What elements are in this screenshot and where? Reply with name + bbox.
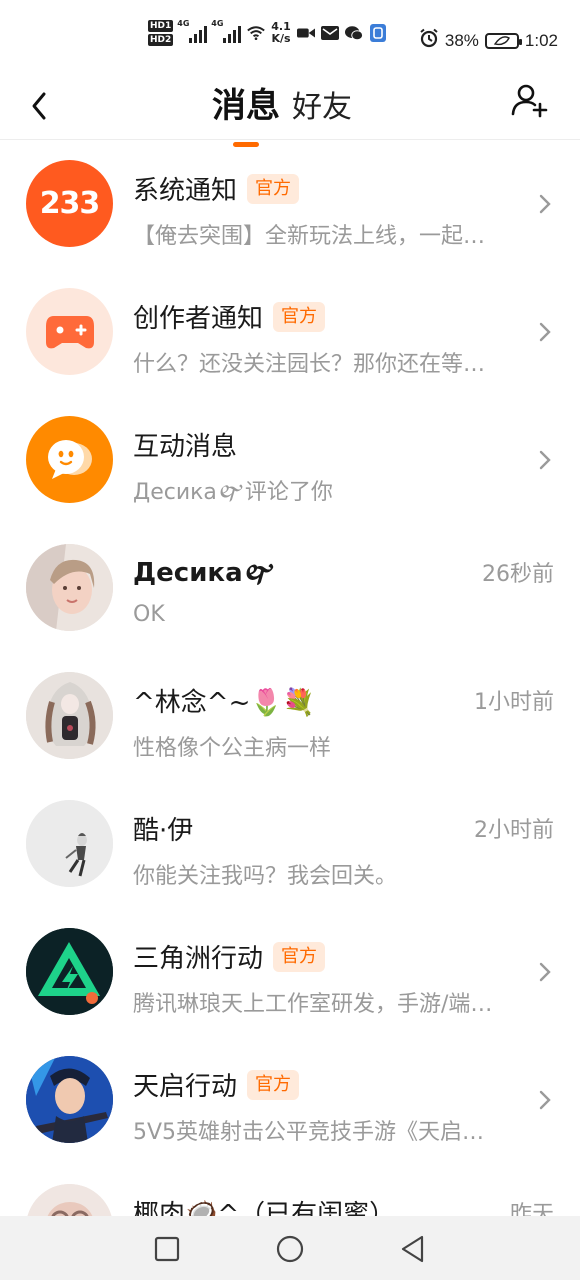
item-preview: 性格像个公主病一样	[133, 736, 332, 761]
signal-2-icon: 4G	[211, 19, 242, 43]
battery-icon	[484, 32, 522, 49]
title-row: 创作者通知 官方	[133, 298, 326, 335]
avatar	[26, 1056, 113, 1143]
header-bar: 消息 好友	[0, 78, 580, 147]
user-photo-icon	[26, 672, 113, 759]
user-photo-icon	[26, 800, 113, 887]
clock-time: 1:02	[524, 30, 558, 50]
avatar	[26, 672, 113, 759]
gamepad-icon	[45, 315, 94, 348]
network-speed: 4.1 K/s	[271, 21, 291, 45]
user-photo-icon	[26, 544, 113, 631]
item-preview: 腾讯琳琅天上工作室研发，手游/端游双端	[133, 992, 505, 1017]
signal-1-icon: 4G	[177, 19, 208, 43]
message-list: 233 系统通知 官方 【俺去突围】全新玩法上线，一起来体验吧 创作者通知 官方…	[0, 140, 580, 1280]
delta-force-logo-icon	[26, 928, 113, 1015]
hd1-badge: HD1	[148, 20, 174, 32]
item-preview: 什么？还没关注园长？那你还在等什么	[133, 352, 505, 377]
video-icon	[296, 25, 315, 41]
app-notification-icon	[369, 24, 387, 42]
list-item-system-notice[interactable]: 233 系统通知 官方 【俺去突围】全新玩法上线，一起来体验吧	[0, 140, 580, 268]
chevron-right-icon	[539, 450, 551, 470]
item-title: 三角洲行动	[133, 944, 264, 974]
chat-bubble-icon	[47, 439, 92, 479]
mail-icon	[320, 25, 339, 41]
add-friend-button[interactable]	[510, 80, 550, 120]
list-item-chat-linnian[interactable]: ^林念^~🌷💐 性格像个公主病一样 1小时前	[0, 652, 580, 780]
back-triangle-icon[interactable]	[398, 1234, 428, 1264]
official-badge: 官方	[273, 301, 326, 332]
list-item-tianqi[interactable]: 天启行动 官方 5V5英雄射击公平竞技手游《天启行动》	[0, 1036, 580, 1164]
tab-messages-label: 消息	[212, 86, 280, 126]
title-row: Десика🙰	[133, 554, 276, 598]
list-item-chat-desika[interactable]: Десика🙰 OK 26秒前	[0, 524, 580, 652]
chevron-right-icon	[539, 962, 551, 982]
game-character-icon	[26, 1056, 113, 1143]
add-user-icon	[511, 84, 548, 118]
hd2-badge: HD2	[148, 34, 174, 46]
official-badge: 官方	[247, 1069, 300, 1100]
home-circle-icon[interactable]	[275, 1234, 305, 1264]
hd-indicators: HD1 HD2	[148, 20, 174, 46]
tab-bar: 消息 好友	[212, 78, 352, 147]
item-title: Десика🙰	[133, 558, 276, 588]
item-title: 系统通知	[133, 176, 238, 206]
chevron-right-icon	[539, 1090, 551, 1110]
item-time: 26秒前	[482, 562, 554, 587]
list-item-chat-kuyi[interactable]: 酷·伊 你能关注我吗？我会回关。 2小时前	[0, 780, 580, 908]
avatar	[26, 800, 113, 887]
chevron-right-icon	[539, 322, 551, 342]
tab-friends[interactable]: 好友	[292, 82, 352, 126]
avatar-233-logo: 233	[39, 186, 101, 221]
tab-messages[interactable]: 消息	[212, 78, 280, 147]
list-item-delta-force[interactable]: 三角洲行动 官方 腾讯琳琅天上工作室研发，手游/端游双端	[0, 908, 580, 1036]
title-row: 系统通知 官方	[133, 170, 300, 207]
system-navigation-bar	[0, 1216, 580, 1280]
signal-1-label: 4G	[177, 19, 190, 28]
signal-2-label: 4G	[211, 19, 224, 28]
item-time: 2小时前	[474, 818, 554, 843]
item-title: 酷·伊	[133, 816, 194, 846]
title-row: 酷·伊	[133, 810, 193, 847]
alarm-icon	[419, 28, 439, 53]
official-badge: 官方	[247, 173, 300, 204]
title-row: 三角洲行动 官方	[133, 938, 326, 975]
list-item-interaction[interactable]: 互动消息 Десика🙰评论了你	[0, 396, 580, 524]
chevron-left-icon	[32, 92, 46, 120]
avatar	[26, 288, 113, 375]
item-time: 1小时前	[474, 690, 554, 715]
wifi-icon	[247, 25, 266, 41]
item-title: ^林念^~🌷💐	[133, 688, 316, 718]
official-badge: 官方	[273, 941, 326, 972]
item-title: 天启行动	[133, 1072, 238, 1102]
item-preview: 5V5英雄射击公平竞技手游《天启行动》	[133, 1120, 505, 1145]
speed-unit: K/s	[271, 32, 291, 45]
avatar: 233	[26, 160, 113, 247]
back-button[interactable]	[24, 84, 56, 124]
item-preview: 【俺去突围】全新玩法上线，一起来体验吧	[133, 224, 505, 249]
item-preview: OK	[133, 602, 165, 627]
status-bar: HD1 HD2 4G 4G 4.1 K/s 38% 1:02	[0, 0, 580, 78]
avatar	[26, 928, 113, 1015]
chevron-right-icon	[539, 194, 551, 214]
avatar	[26, 416, 113, 503]
item-title: 互动消息	[133, 432, 238, 462]
list-item-creator-notice[interactable]: 创作者通知 官方 什么？还没关注园长？那你还在等什么	[0, 268, 580, 396]
title-row: 天启行动 官方	[133, 1066, 300, 1103]
status-right-group: 38% 1:02	[419, 28, 558, 53]
status-left-group: HD1 HD2 4G 4G 4.1 K/s	[148, 19, 387, 46]
battery-percent: 38%	[444, 30, 479, 50]
title-row: ^林念^~🌷💐	[133, 682, 315, 719]
recents-square-icon[interactable]	[152, 1234, 182, 1264]
wechat-icon	[344, 25, 363, 41]
item-preview: 你能关注我吗？我会回关。	[133, 864, 398, 889]
item-title: 创作者通知	[133, 304, 264, 334]
item-preview: Десика🙰评论了你	[133, 480, 333, 505]
avatar	[26, 544, 113, 631]
title-row: 互动消息	[133, 426, 237, 463]
